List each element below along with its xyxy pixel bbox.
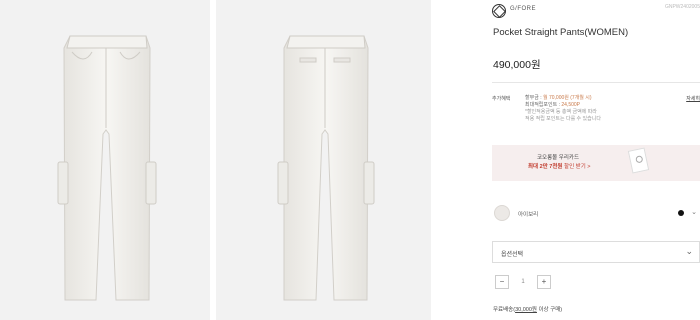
pants-back-illustration [277,35,375,301]
color-name: 아이보리 [518,212,539,218]
gfore-logo-icon[interactable] [492,4,506,18]
product-image-back[interactable] [216,0,431,320]
card-promo-offer-prefix: 최대 [528,164,539,170]
benefit-details: 할부금 : 월 70,000원 (7개월 시) 최대적립포인트 : 24,500… [525,95,665,123]
quantity-value[interactable]: 1 [513,275,533,289]
option-select[interactable]: 옵션선택 ⌄ [492,241,700,263]
benefit-note-1: *할인적용금액 등 총액 금액에 따라 [525,109,597,115]
product-info-panel: G/FORE GNPW2402005 Pocket Straight Pants… [492,0,700,320]
product-code: GNPW2402005 [664,4,700,10]
card-promo-offer: 최대 2만 7천원 할인 받기 > [528,162,591,170]
quantity-increase-button[interactable]: + [537,275,551,289]
chevron-down-icon: ⌄ [685,246,693,256]
credit-card-icon [627,147,650,174]
installment-value: 월 70,000원 (7개월 시) [542,95,592,101]
product-price: 490,000원 [493,59,541,71]
installment-label: 할부금 : [525,95,542,101]
quantity-decrease-button[interactable]: − [495,275,509,289]
product-image-front[interactable] [0,0,210,320]
color-selector[interactable]: 아이보리 ⌄ [492,205,700,225]
card-promo-title: 코오롱몰 우리카드 [537,155,580,161]
points-label: 최대적립포인트 : [525,102,560,108]
benefit-note-2: 적용 적립 포인트는 다를 수 있습니다 [525,116,601,122]
shipping-suffix: 이상 구매) [536,307,563,313]
card-promo-offer-amount: 2만 7천원 [539,164,563,170]
pants-front-illustration [57,35,157,301]
shipping-info: 무료배송(30,000원 이상 구매) [493,305,562,313]
shipping-threshold: 30,000원 [515,307,537,313]
color-swatch-ivory[interactable] [494,205,510,221]
points-value: 24,500P [561,102,581,108]
benefit-label: 추가혜택 [492,96,511,102]
card-promo-banner[interactable]: 코오롱몰 우리카드 최대 2만 7천원 할인 받기 > [492,145,700,181]
product-gallery [0,0,452,320]
installment-line: 할부금 : 월 70,000원 (7개월 시) [525,95,665,102]
card-promo-offer-suffix: 할인 받기 > [564,164,591,170]
points-line: 최대적립포인트 : 24,500P [525,102,665,109]
benefit-detail-link[interactable]: 자세히 [686,95,700,102]
brand-row: G/FORE GNPW2402005 [492,4,700,22]
color-dot-icon [678,210,684,216]
brand-name[interactable]: G/FORE [510,6,536,12]
divider [492,82,700,83]
shipping-prefix: 무료배송( [493,307,516,313]
option-placeholder: 옵션선택 [501,252,524,258]
chevron-down-icon[interactable]: ⌄ [691,208,697,216]
product-title: Pocket Straight Pants(WOMEN) [493,27,629,38]
